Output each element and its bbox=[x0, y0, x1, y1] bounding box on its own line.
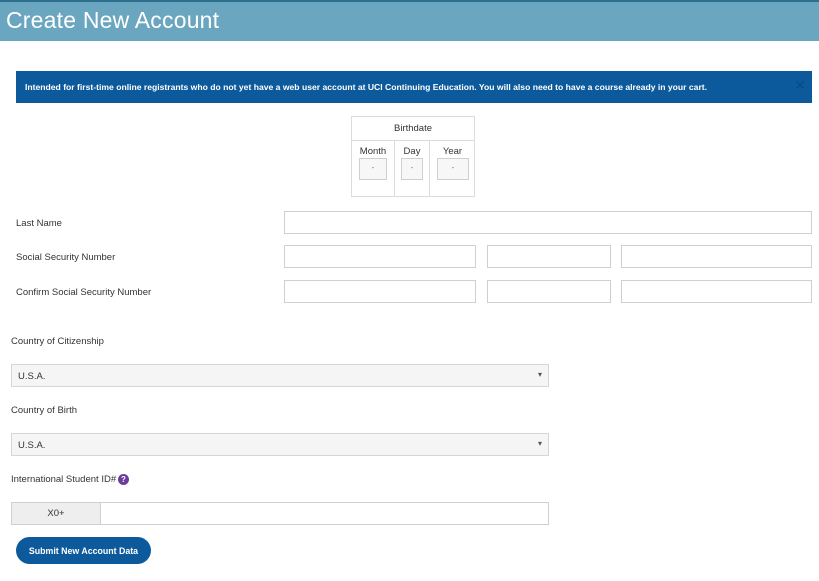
citizenship-label: Country of Citizenship bbox=[11, 336, 104, 347]
confirm-ssn-input-part3[interactable] bbox=[621, 280, 812, 303]
year-select[interactable]: - bbox=[437, 158, 469, 180]
caret-icon: ▾ bbox=[537, 370, 542, 379]
birth-country-value: U.S.A. bbox=[18, 440, 46, 451]
submit-button[interactable]: Submit New Account Data bbox=[16, 537, 151, 564]
intl-id-label: International Student ID# bbox=[11, 474, 117, 485]
question-circle-icon[interactable]: ? bbox=[118, 474, 129, 485]
ssn-input-part3[interactable] bbox=[621, 245, 812, 268]
alert-message: Intended for first-time online registran… bbox=[25, 82, 708, 92]
ssn-input-part2[interactable] bbox=[487, 245, 611, 268]
caret-icon: ▾ bbox=[537, 439, 542, 448]
info-alert: Intended for first-time online registran… bbox=[16, 71, 812, 103]
last-name-label: Last Name bbox=[16, 218, 62, 229]
year-label: Year bbox=[442, 146, 463, 157]
close-icon[interactable]: ✕ bbox=[794, 77, 806, 94]
day-select[interactable]: - bbox=[401, 158, 423, 180]
birthdate-group: Birthdate Month Day Year - - - bbox=[351, 116, 475, 197]
confirm-ssn-input-part2[interactable] bbox=[487, 280, 611, 303]
confirm-ssn-label: Confirm Social Security Number bbox=[16, 287, 152, 298]
last-name-input[interactable] bbox=[284, 211, 812, 234]
birth-country-select[interactable]: U.S.A. ▾ bbox=[11, 433, 549, 456]
intl-id-input[interactable] bbox=[100, 502, 549, 525]
ssn-label: Social Security Number bbox=[16, 252, 116, 263]
divider bbox=[352, 140, 474, 141]
citizenship-value: U.S.A. bbox=[18, 371, 46, 382]
confirm-ssn-input-part1[interactable] bbox=[284, 280, 476, 303]
page-header: Create New Account bbox=[0, 0, 819, 41]
ssn-input-part1[interactable] bbox=[284, 245, 476, 268]
birthdate-title: Birthdate bbox=[393, 123, 433, 134]
intl-id-prefix: X0+ bbox=[11, 502, 101, 525]
month-select[interactable]: - bbox=[359, 158, 387, 180]
day-label: Day bbox=[403, 146, 421, 157]
birth-country-label: Country of Birth bbox=[11, 405, 77, 416]
month-label: Month bbox=[359, 146, 387, 157]
page-title: Create New Account bbox=[6, 7, 220, 33]
citizenship-select[interactable]: U.S.A. ▾ bbox=[11, 364, 549, 387]
